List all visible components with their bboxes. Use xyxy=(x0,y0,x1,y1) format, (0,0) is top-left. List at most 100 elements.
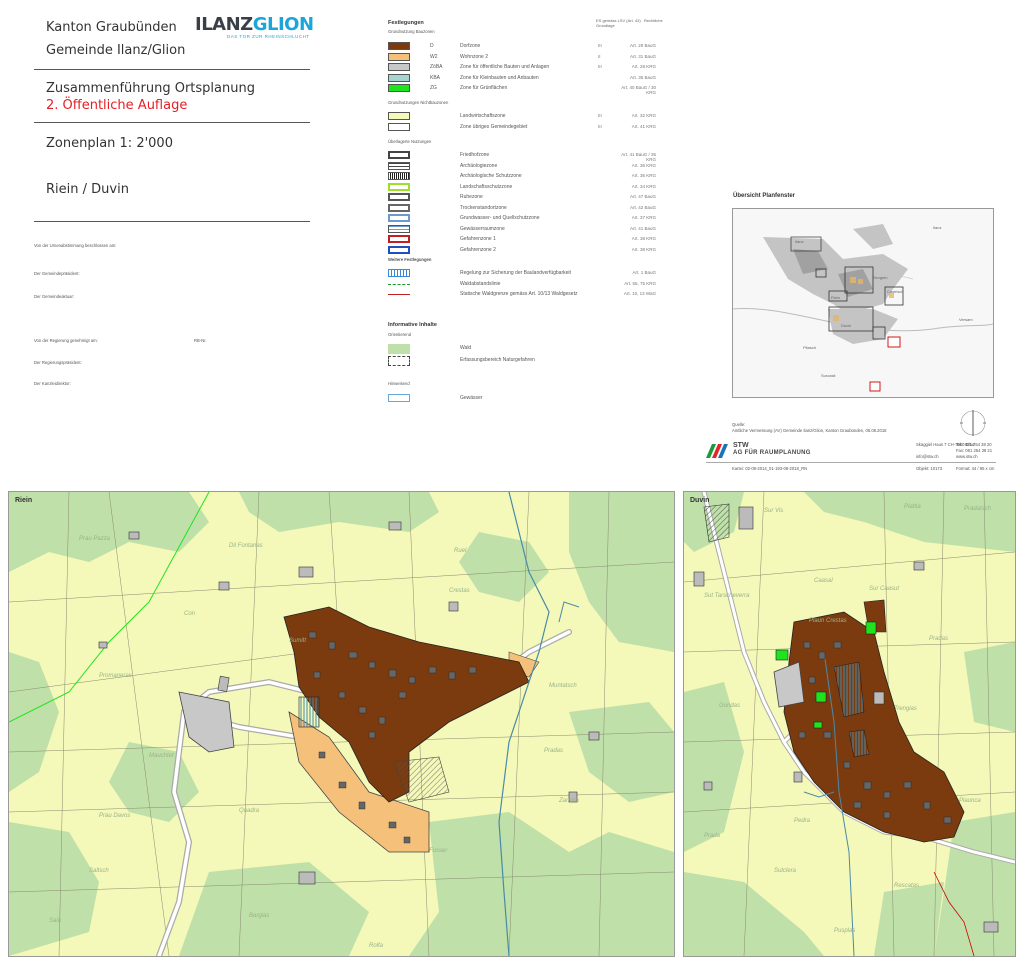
legend-basis: Art. 47 BauG xyxy=(629,194,656,199)
place-label: Sala xyxy=(49,918,62,924)
legend-label: Zone übriges Gemeindegebiet xyxy=(460,123,528,130)
legend-subheading: Orientierend xyxy=(388,332,412,337)
legend-heading: Festlegungen xyxy=(388,20,424,26)
overview-label: Castrisch xyxy=(887,289,904,294)
legend-basis: Art. 34 KRG xyxy=(631,183,656,189)
source-text: Amtliche Vermessung (AV) Gemeinde Ilanz/… xyxy=(732,428,887,433)
municipality-title: Gemeinde Ilanz/Glion xyxy=(46,43,186,58)
zone-gruen[interactable] xyxy=(865,621,877,635)
legend-row: Gefahrenzone 1 Art. 38 KRG xyxy=(388,235,656,245)
legend-label: Waldabstandslinie xyxy=(460,280,501,287)
legend-row: Waldabstandslinie Art. 55, 75 KRG xyxy=(388,280,656,290)
map-duvin-title: Duvin xyxy=(690,497,709,504)
divider xyxy=(34,69,310,70)
map-duvin[interactable]: Sur Vis Pradatsch Plattia Caasal Sut Tar… xyxy=(683,491,1016,957)
divider xyxy=(34,221,310,222)
legend-label: Trockenstandortzone xyxy=(460,204,507,211)
legend-es: III xyxy=(598,113,602,118)
legend-swatch xyxy=(388,42,410,50)
legend-swatch xyxy=(388,161,410,170)
legend-label: Zone für öffentliche Bauten und Anlagen xyxy=(460,64,550,70)
place-label: Plaunca xyxy=(959,798,981,804)
legend-swatch xyxy=(388,84,410,92)
legend-es: III xyxy=(598,43,602,48)
legend-label: Gewässerraumzone xyxy=(460,225,505,232)
place-label: Rescatas xyxy=(894,883,919,889)
firm-file: Kartei: 02-08-2014_01-193-08-2018_RN xyxy=(732,466,808,471)
approval-government: Von der Regierung genehmigt am: xyxy=(34,338,98,343)
legend-row: Regelung zur Sicherung der Baulandverfüg… xyxy=(388,269,656,279)
legend-label: Wohnzone 2 xyxy=(460,53,488,60)
legend-basis: Art. 29 BauG xyxy=(629,43,656,48)
map-riein-canvas[interactable]: Prau Pazza Dil Fontanas Con Promaneras R… xyxy=(9,492,674,956)
legend-row: Grundwasser- und Quellschutzzone Art. 37 … xyxy=(388,214,656,224)
overview-map-canvas: Ilanz Castrisch Riein Duvin Sevgein Pita… xyxy=(733,209,993,397)
legend-row: D Dorfzone III Art. 29 BauG xyxy=(388,42,656,52)
legend-row: KBA Zone für Kleinbauten und Anbauten Art.… xyxy=(388,73,656,84)
place-label: Rolfa xyxy=(369,943,384,949)
place-label: Plattia xyxy=(904,504,921,510)
legend-basis: Art. 36 KRG xyxy=(631,162,656,168)
firm-project: Objekt: 10173 xyxy=(916,466,943,471)
place-label: Prada xyxy=(704,833,721,839)
map-duvin-canvas[interactable]: Sur Vis Pradatsch Plattia Caasal Sut Tar… xyxy=(684,492,1015,956)
legend-swatch xyxy=(388,294,410,299)
legend-row: Wald xyxy=(388,344,643,354)
legend-row: ZöBA Zone für öffentliche Bauten und Anla… xyxy=(388,63,656,73)
legend-swatch xyxy=(388,112,410,120)
legend-swatch xyxy=(388,203,410,212)
zone-gruen[interactable] xyxy=(775,649,789,661)
legend-label: Gefahrenzone 2 xyxy=(460,246,496,253)
legend-basis: Art. 42 BauG xyxy=(629,204,656,210)
legend-label: Grundwasser- und Quellschutzzone xyxy=(460,215,540,221)
place-label: Plaun Crestas xyxy=(809,618,847,624)
place-label: Zanella xyxy=(558,798,579,804)
firm-email: info@stw.ch xyxy=(916,454,939,459)
legend-label: Dorfzone xyxy=(460,43,481,49)
zone-gruen[interactable] xyxy=(815,691,827,703)
place-label: Promaneras xyxy=(99,673,132,679)
legend-subheading: Grundnutzung Bauzonen xyxy=(388,29,435,34)
legend-es: II xyxy=(598,53,601,59)
legend-basis: Art. 32 KRG xyxy=(631,113,656,118)
map-riein[interactable]: Prau Pazza Dil Fontanas Con Promaneras R… xyxy=(8,491,675,957)
legend-swatch xyxy=(388,172,410,180)
divider xyxy=(34,122,310,123)
legend-swatch xyxy=(388,193,410,201)
place-label: Pradatsch xyxy=(964,506,992,512)
legend-row: ZG Zone für Grünflächen Art. 40 BauG / 30 … xyxy=(388,84,656,95)
place-label: Dil Fontanas xyxy=(229,543,263,549)
legend-basis: Art. 38 KRG xyxy=(631,236,656,241)
legend-label: Archäologiezone xyxy=(460,162,498,169)
legend-row: Ruhezone Art. 47 BauG xyxy=(388,193,656,203)
legend-swatch xyxy=(388,52,410,61)
approval-gov-president: Der Regierungspräsident: xyxy=(34,360,82,365)
legend-row: Gewässer xyxy=(388,394,643,404)
plan-subtitle: 2. Öffentliche Auflage xyxy=(46,98,188,113)
legend-es: III xyxy=(598,64,602,69)
zone-gruen[interactable] xyxy=(813,721,823,729)
place-label: Crestas xyxy=(449,588,470,594)
place-label: Bargias xyxy=(249,913,269,919)
legend-swatch xyxy=(388,224,410,233)
zone-archaeology[interactable] xyxy=(298,696,320,728)
place-label: Con xyxy=(184,611,196,617)
place-label: Pradas xyxy=(544,748,563,754)
overview-label: Surcasti xyxy=(821,373,836,378)
legend-code: ZöBA xyxy=(430,64,443,70)
place-label: Fusser xyxy=(429,848,448,854)
legend-row: Zone übriges Gemeindegebiet III Art. 41 KR… xyxy=(388,122,656,133)
legend-label: Gefahrenzone 1 xyxy=(460,236,496,242)
legend-row: Statische Waldgrenze gemäss Art. 10/13 W… xyxy=(388,290,656,300)
legend-code: W2 xyxy=(430,53,438,60)
legend-subheading: Weitere Festlegungen xyxy=(388,257,432,262)
legend-label: Archäologische Schutzzone xyxy=(460,173,522,179)
firm-format: Format: 44 / 95 x cm xyxy=(956,466,995,471)
overview-title: Übersicht Planfenster xyxy=(733,193,796,199)
firm-web: www.stw.ch xyxy=(956,454,978,459)
approval-president: Der Gemeindepräsident: xyxy=(34,271,80,276)
legend-row: Trockenstandortzone Art. 42 BauG xyxy=(388,203,656,214)
approval-clerk: Der Gemeindeaktuar: xyxy=(34,294,75,299)
legend-basis: Art. 28 KRG xyxy=(631,64,656,69)
legend-label: Wald xyxy=(460,345,472,351)
